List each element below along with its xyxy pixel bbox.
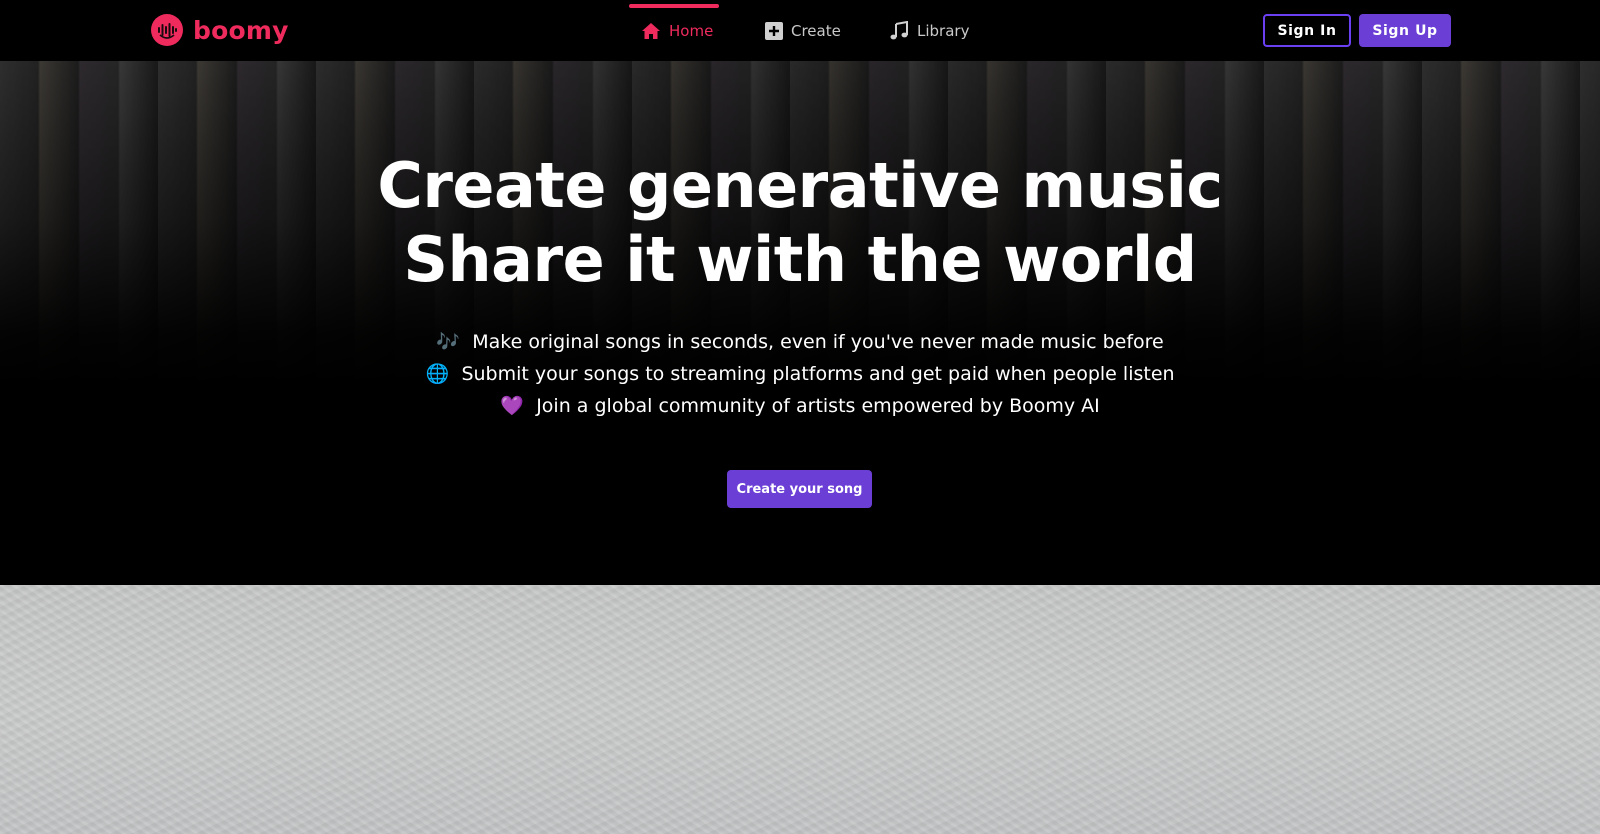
create-your-song-button[interactable]: Create your song [727,470,872,508]
hero-headline: Create generative music Share it with th… [0,149,1600,297]
feature-text: Submit your songs to streaming platforms… [461,363,1175,385]
nav-create[interactable]: Create [765,0,841,61]
plus-square-icon [765,21,783,40]
purple-heart-icon: 💜 [500,395,525,417]
sign-in-button[interactable]: Sign In [1263,14,1351,47]
sign-up-button[interactable]: Sign Up [1359,14,1451,47]
music-note-icon [889,20,909,41]
headline-line-2: Share it with the world [403,223,1197,296]
feature-item: 🎶 Make original songs in seconds, even i… [0,326,1600,358]
feature-text: Join a global community of artists empow… [536,395,1100,417]
nav-library-label: Library [917,21,970,40]
feature-item: 🌐 Submit your songs to streaming platfor… [0,358,1600,390]
headline-line-1: Create generative music [377,149,1223,222]
hero-section: Create generative music Share it with th… [0,61,1600,585]
top-navigation-bar: boomy Home Create Library Sign In Sign U… [0,0,1600,61]
nav-home[interactable]: Home [641,0,713,61]
textured-background-section [0,585,1600,834]
feature-item: 💜 Join a global community of artists emp… [0,390,1600,422]
feature-list: 🎶 Make original songs in seconds, even i… [0,326,1600,422]
musical-notes-icon: 🎶 [436,331,461,353]
boomy-logo-icon [151,14,183,46]
feature-text: Make original songs in seconds, even if … [472,331,1164,353]
nav-home-label: Home [669,21,714,40]
nav-library[interactable]: Library [889,0,969,61]
home-icon [641,22,661,40]
nav-create-label: Create [791,21,841,40]
boomy-wordmark: boomy [193,15,289,45]
globe-icon: 🌐 [425,363,450,385]
boomy-logo[interactable]: boomy [151,13,289,47]
